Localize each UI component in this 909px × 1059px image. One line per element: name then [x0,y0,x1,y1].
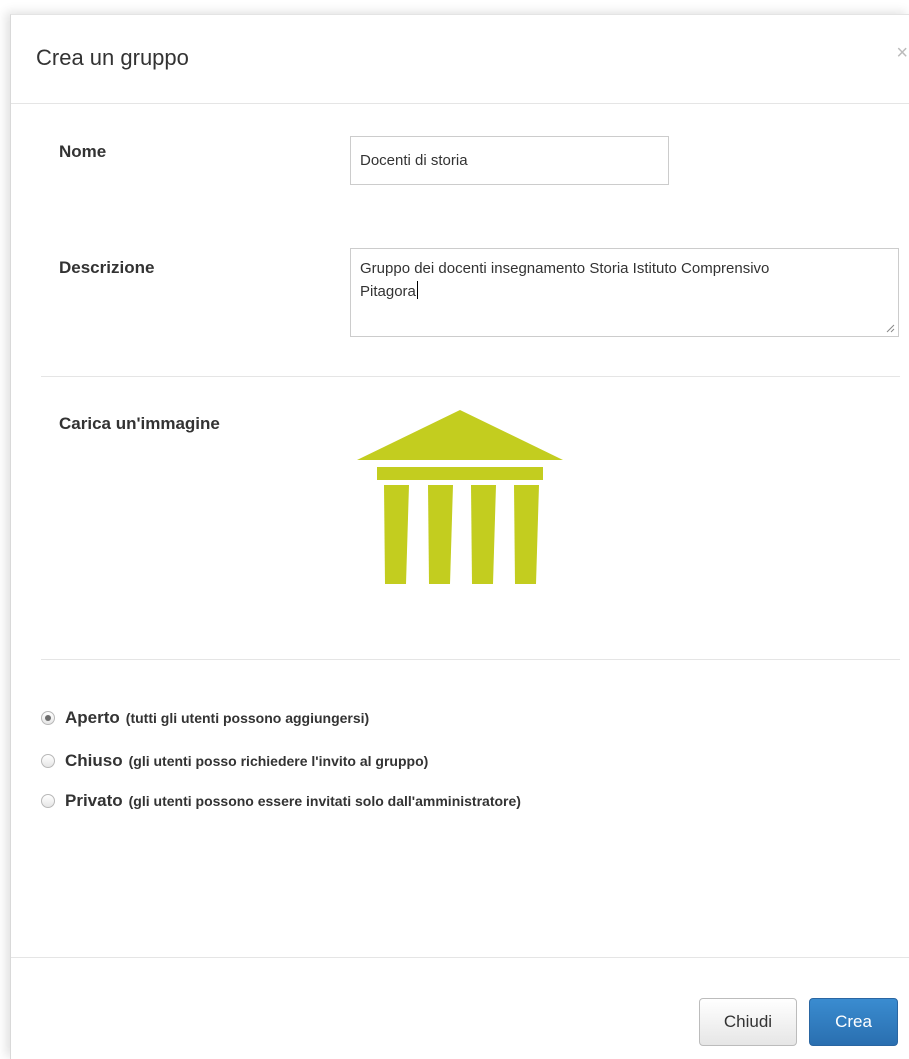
section-divider [41,659,900,660]
option-description: (gli utenti possono essere invitati solo… [128,793,521,809]
text-caret [416,281,418,299]
name-label: Nome [59,142,107,161]
resize-grip-icon[interactable] [886,324,895,333]
option-title: Aperto [65,708,120,727]
create-button[interactable]: Crea [809,998,898,1046]
description-label: Descrizione [59,258,155,277]
temple-icon[interactable] [357,410,563,586]
option-description: (gli utenti posso richiedere l'invito al… [128,753,429,769]
name-input[interactable]: Docenti di storia [350,136,669,185]
radio-privato[interactable] [41,794,55,808]
visibility-option-chiuso[interactable]: Chiuso (gli utenti posso richiedere l'in… [41,750,428,772]
option-title: Chiuso [65,751,123,770]
option-title: Privato [65,791,123,810]
visibility-option-aperto[interactable]: Aperto (tutti gli utenti possono aggiung… [41,707,369,729]
image-upload-label: Carica un'immagine [59,414,220,433]
radio-aperto[interactable] [41,711,55,725]
description-text: Gruppo dei docenti insegnamento Storia I… [360,260,770,300]
visibility-option-privato[interactable]: Privato (gli utenti possono essere invit… [41,790,521,812]
description-textarea[interactable]: Gruppo dei docenti insegnamento Storia I… [350,248,899,337]
close-button[interactable]: Chiudi [699,998,797,1046]
modal-title: Crea un gruppo [36,45,189,70]
create-group-modal: Crea un gruppo × Nome Docenti di storia … [10,14,909,1059]
section-divider [41,376,900,377]
radio-chiuso[interactable] [41,754,55,768]
footer-divider [11,957,909,958]
close-icon[interactable]: × [896,43,908,63]
option-description: (tutti gli utenti possono aggiungersi) [125,710,370,726]
modal-header: Crea un gruppo × [11,15,909,104]
